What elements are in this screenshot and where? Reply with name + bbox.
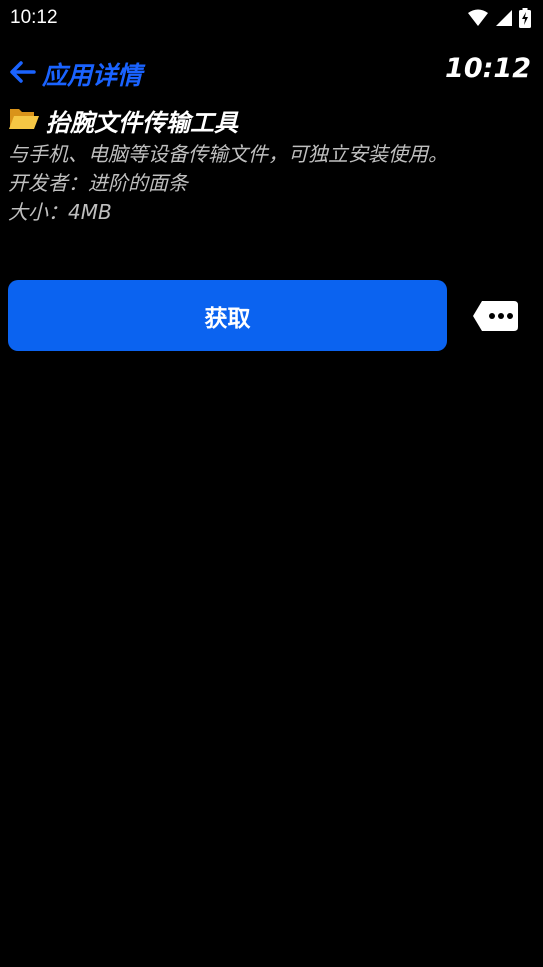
header-clock: 10:12: [445, 53, 531, 84]
back-button[interactable]: 应用详情: [10, 56, 142, 92]
back-arrow-icon: [10, 60, 36, 89]
header: 应用详情 10:12: [0, 50, 543, 90]
get-button[interactable]: 获取: [8, 280, 447, 351]
comment-bubble-icon: [472, 301, 520, 338]
signal-icon: [495, 9, 513, 31]
app-name-row: 抬腕文件传输工具: [8, 102, 508, 138]
app-name: 抬腕文件传输工具: [46, 108, 238, 137]
status-bar: 10:12: [0, 0, 543, 36]
battery-icon: [519, 8, 531, 32]
status-icons: [467, 8, 531, 32]
size-line: 大小：4MB: [8, 200, 112, 224]
back-label: 应用详情: [42, 61, 143, 90]
app-info: 抬腕文件传输工具 与手机、电脑等设备传输文件，可独立安装使用。 开发者：进阶的面…: [8, 102, 508, 227]
developer-line: 开发者：进阶的面条: [8, 171, 188, 195]
app-description: 与手机、电脑等设备传输文件，可独立安装使用。: [8, 142, 448, 166]
comment-button[interactable]: [472, 298, 520, 334]
wifi-icon: [467, 9, 489, 31]
folder-icon: [8, 105, 40, 135]
status-time: 10:12: [10, 7, 58, 28]
